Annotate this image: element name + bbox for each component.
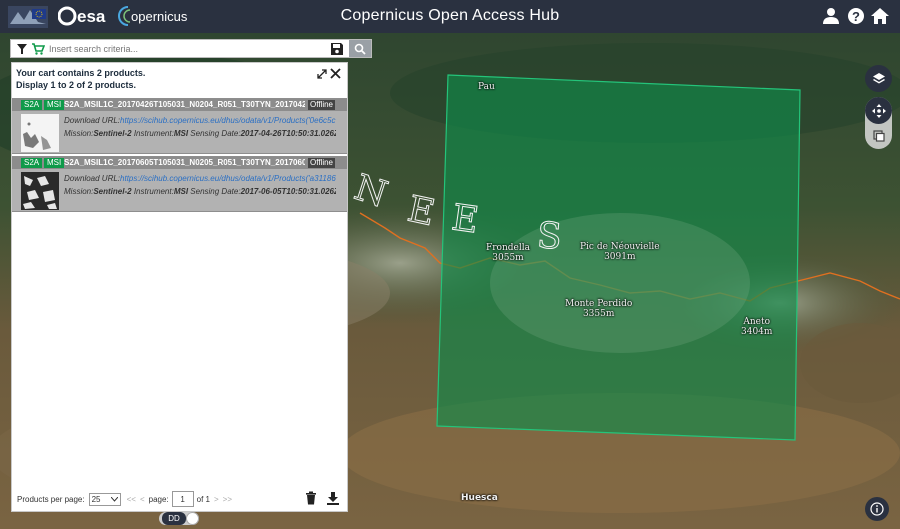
mission-badge: S2A — [21, 100, 43, 110]
status-badge: Offline — [308, 100, 335, 110]
product-name[interactable]: S2A_MSIL1C_20170605T105031_N0205_R051_T3… — [64, 158, 305, 168]
cart-footer: Products per page: 25 << < page: 1 of 1 … — [12, 487, 347, 511]
filter-icon[interactable] — [15, 42, 29, 56]
info-button[interactable] — [865, 497, 889, 521]
top-header: esa opernicus Copernicus Open Access Hub… — [0, 0, 900, 33]
info-icon — [870, 502, 884, 516]
last-page-button[interactable]: >> — [223, 495, 232, 504]
page-input[interactable]: 1 — [171, 491, 194, 507]
search-bar — [10, 39, 372, 58]
cart-header: Your cart contains 2 products. Display 1… — [12, 63, 347, 97]
map-label-huesca: Huesca — [461, 493, 498, 503]
map-tools-group — [865, 97, 892, 149]
next-page-button[interactable]: > — [214, 495, 219, 504]
download-line: Download URL:https://scihub.copernicus.e… — [64, 174, 336, 184]
search-input[interactable] — [49, 41, 289, 56]
select-area-icon — [872, 130, 885, 142]
move-icon — [871, 103, 886, 118]
instrument-badge: MSI — [44, 100, 65, 110]
download-line: Download URL:https://scihub.copernicus.e… — [64, 116, 336, 126]
page-count: of 1 — [196, 494, 210, 504]
svg-text:?: ? — [852, 9, 860, 24]
layers-button[interactable] — [865, 65, 892, 92]
toggle-knob — [186, 512, 199, 525]
search-icon — [354, 43, 366, 55]
cart-product-1[interactable]: S2A MSI S2A_MSIL1C_20170426T105031_N0204… — [12, 98, 347, 154]
meta-line: Mission:Sentinel-2 Instrument:MSI Sensin… — [64, 187, 336, 196]
first-page-button[interactable]: << — [127, 495, 136, 504]
download-url-link[interactable]: https://scihub.copernicus.eu/dhus/odata/… — [120, 174, 336, 183]
instrument-badge: MSI — [44, 158, 65, 168]
per-page-select[interactable]: 25 — [88, 492, 121, 506]
cart-product-2[interactable]: S2A MSI S2A_MSIL1C_20170605T105031_N0205… — [12, 156, 347, 212]
user-icon[interactable] — [821, 6, 841, 26]
chevron-down-icon — [110, 496, 118, 502]
map-label-perdido: Monte Perdido 3355m — [565, 299, 633, 319]
per-page-label: Products per page: — [17, 494, 85, 504]
status-badge: Offline — [308, 158, 335, 168]
map-label-neouvielle: Pic de Néouvielle 3091m — [580, 242, 660, 262]
mission-badge: S2A — [21, 158, 43, 168]
product-thumbnail[interactable] — [21, 114, 59, 152]
cart-panel: Your cart contains 2 products. Display 1… — [11, 62, 348, 512]
help-icon[interactable]: ? — [846, 6, 866, 26]
home-icon[interactable] — [870, 6, 890, 26]
cart-display-range: Display 1 to 2 of 2 products. — [16, 80, 137, 90]
toggle-label: DD — [162, 512, 186, 525]
product-thumbnail[interactable] — [21, 172, 59, 210]
map-label-pau: Pau — [478, 82, 495, 92]
coordinate-format-toggle[interactable]: DD — [159, 512, 199, 525]
cart-summary: Your cart contains 2 products. — [16, 68, 146, 78]
cart-icon[interactable] — [31, 42, 45, 56]
meta-line: Mission:Sentinel-2 Instrument:MSI Sensin… — [64, 129, 336, 138]
layers-icon — [872, 72, 885, 84]
expand-icon[interactable] — [317, 69, 327, 79]
map-label-aneto: Aneto 3404m — [741, 317, 773, 337]
page-label: page: — [148, 494, 169, 504]
app-title: Copernicus Open Access Hub — [340, 7, 560, 24]
map-label-frondella: Frondella 3055m — [486, 243, 530, 263]
range-letter-4: S — [535, 215, 564, 259]
download-url-link[interactable]: https://scihub.copernicus.eu/dhus/odata/… — [120, 116, 336, 125]
prev-page-button[interactable]: < — [140, 495, 145, 504]
close-icon[interactable] — [330, 68, 341, 79]
trash-icon[interactable] — [305, 491, 317, 505]
download-icon[interactable] — [327, 491, 339, 505]
save-icon[interactable] — [330, 42, 344, 56]
select-area-button[interactable] — [865, 123, 892, 149]
pan-button[interactable] — [865, 97, 892, 124]
product-name[interactable]: S2A_MSIL1C_20170426T105031_N0204_R051_T3… — [64, 100, 305, 110]
search-button[interactable] — [349, 40, 371, 57]
